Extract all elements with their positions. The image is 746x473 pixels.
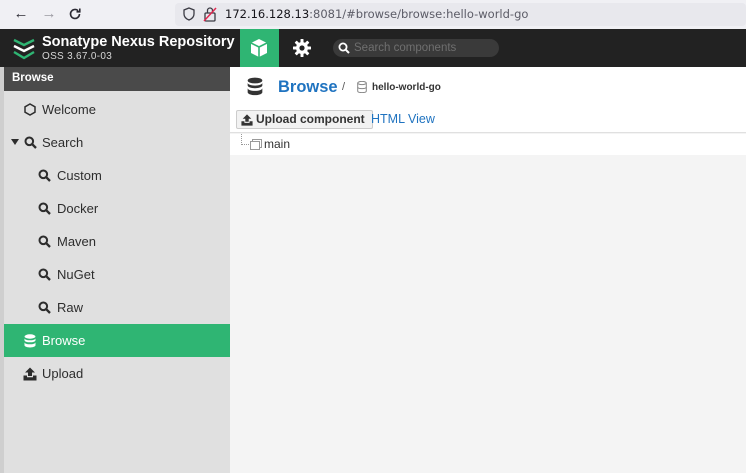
search-icon [338, 42, 350, 54]
url-text: 172.16.128.13:8081/#browse/browse:hello-… [225, 7, 529, 21]
gear-icon [293, 39, 311, 57]
html-view-link[interactable]: HTML View [371, 112, 435, 126]
database-icon [247, 77, 263, 96]
hexagon-icon [24, 103, 36, 116]
sidebar-item-welcome[interactable]: Welcome [4, 93, 230, 126]
tree-connector [241, 134, 249, 145]
administration-button[interactable] [288, 29, 316, 67]
sidebar-item-label: Search [42, 135, 84, 150]
folder-icon [250, 139, 262, 150]
sidebar-item-search[interactable]: Search [4, 126, 230, 159]
search-icon [24, 136, 37, 149]
sidebar-item-docker[interactable]: Docker [4, 192, 230, 225]
sidebar-item-label: Maven [57, 234, 97, 249]
upload-component-label: Upload component [256, 112, 365, 126]
cube-icon [250, 39, 268, 57]
repository-icon [357, 81, 367, 93]
app-header: Sonatype Nexus Repository OSS 3.67.0-03 [0, 29, 746, 67]
sidebar-item-browse[interactable]: Browse [4, 324, 230, 357]
breadcrumb-repository: hello-world-go [372, 82, 441, 93]
breadcrumb-browse-link[interactable]: Browse [278, 78, 338, 97]
shield-icon[interactable] [183, 7, 195, 21]
breadcrumb-separator: / [342, 81, 346, 93]
search-icon [38, 268, 51, 281]
sidebar-item-nuget[interactable]: NuGet [4, 258, 230, 291]
main-content: Browse / hello-world-go Upload component… [230, 67, 746, 473]
browser-toolbar: ← → 172.16.128.13:8081/#browse/browse:he… [0, 0, 746, 29]
browse-toolbar: Browse / hello-world-go Upload component… [230, 67, 746, 133]
sidebar-item-custom[interactable]: Custom [4, 159, 230, 192]
sidebar: Browse Welcome Search Custom Docker Mave… [0, 67, 230, 473]
nexus-logo-icon [13, 38, 35, 60]
sidebar-item-label: Browse [42, 333, 86, 348]
search-icon [38, 169, 51, 182]
upload-icon [241, 114, 253, 126]
sidebar-item-label: Upload [42, 366, 84, 381]
tree-node-label: main [264, 137, 291, 151]
address-bar[interactable]: 172.16.128.13:8081/#browse/browse:hello-… [175, 3, 746, 26]
upload-component-button[interactable]: Upload component [236, 110, 373, 129]
sidebar-item-label: Welcome [42, 102, 96, 117]
reload-icon[interactable] [64, 4, 86, 24]
insecure-lock-icon[interactable] [203, 6, 217, 22]
sidebar-header: Browse [4, 67, 230, 91]
sidebar-item-raw[interactable]: Raw [4, 291, 230, 324]
app-title: Sonatype Nexus Repository [42, 34, 235, 50]
sidebar-header-label: Browse [12, 72, 54, 84]
caret-down-icon[interactable] [11, 139, 19, 145]
search-icon [38, 301, 51, 314]
upload-icon [23, 367, 37, 381]
search-icon [38, 202, 51, 215]
back-arrow-icon[interactable]: ← [10, 4, 32, 24]
forward-arrow-icon[interactable]: → [38, 4, 60, 24]
sidebar-item-label: Docker [57, 201, 99, 216]
sidebar-item-label: NuGet [57, 267, 95, 282]
database-icon [24, 334, 36, 348]
search-icon [38, 235, 51, 248]
search-components-box[interactable] [333, 39, 499, 57]
sidebar-item-label: Custom [57, 168, 102, 183]
app-version: OSS 3.67.0-03 [42, 51, 113, 62]
browse-mode-button[interactable] [240, 29, 279, 67]
sidebar-item-label: Raw [57, 300, 84, 315]
tree-node-main[interactable]: main [230, 134, 746, 155]
sidebar-edge [0, 67, 4, 473]
sidebar-item-maven[interactable]: Maven [4, 225, 230, 258]
sidebar-item-upload[interactable]: Upload [4, 357, 230, 390]
search-components-input[interactable] [354, 40, 494, 56]
